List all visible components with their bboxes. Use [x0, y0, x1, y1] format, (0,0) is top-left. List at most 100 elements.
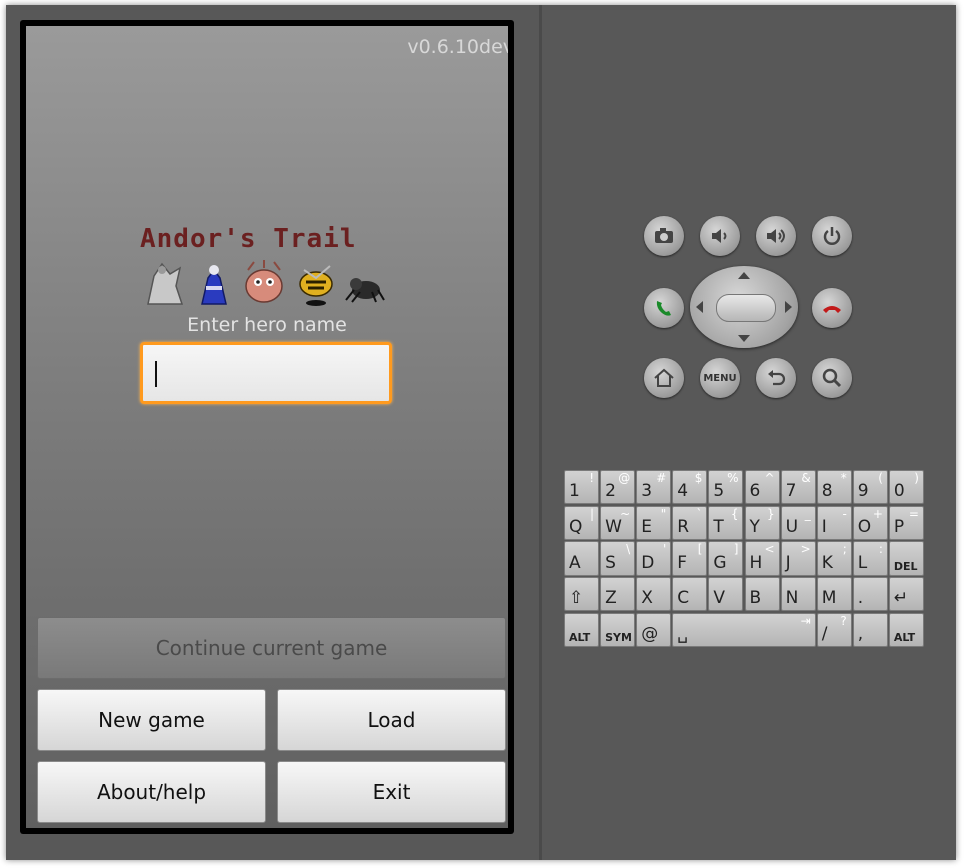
menu-label: MENU	[703, 372, 737, 384]
key-space[interactable]: ␣ ⇥	[672, 612, 816, 647]
call-button[interactable]	[644, 288, 684, 328]
key-7[interactable]: 7 &	[780, 470, 816, 505]
key-i[interactable]: I-	[816, 505, 852, 540]
key-e[interactable]: E "	[636, 505, 672, 540]
key-4[interactable]: 4 $	[672, 470, 708, 505]
key-label: 6	[749, 481, 761, 502]
key-label: 3	[641, 481, 653, 502]
key-q[interactable]: Q |	[564, 505, 600, 540]
power-button[interactable]	[812, 216, 852, 256]
key-y[interactable]: Y}	[744, 505, 780, 540]
key-label: J	[785, 552, 791, 573]
key-m[interactable]: M	[816, 577, 852, 612]
key-label: /	[821, 623, 828, 644]
key-6[interactable]: 6 ^	[744, 470, 780, 505]
key-label: 2	[605, 481, 616, 502]
key-2[interactable]: 2 @	[600, 470, 636, 505]
key-o[interactable]: O +	[852, 505, 888, 540]
key-j[interactable]: J >	[780, 541, 816, 576]
key-/[interactable]: /?	[816, 612, 852, 647]
key-c[interactable]: C	[672, 577, 708, 612]
key-8[interactable]: 8 *	[816, 470, 852, 505]
volume-down-icon	[712, 229, 727, 243]
key-0[interactable]: 0)	[888, 470, 924, 505]
key-label: ⇧	[569, 588, 584, 609]
key-g[interactable]: G]	[708, 541, 744, 576]
key-3[interactable]: 3 #	[636, 470, 672, 505]
menu-button[interactable]: MENU	[700, 358, 740, 398]
key-9[interactable]: 9(	[852, 470, 888, 505]
key-label: ,	[857, 623, 864, 644]
key-.[interactable]: .	[852, 577, 888, 612]
key-label: M	[821, 588, 837, 609]
wasp-sprite	[299, 265, 333, 306]
key-alt-label: $	[694, 471, 703, 485]
home-button[interactable]	[644, 358, 684, 398]
dpad-center-button[interactable]	[716, 294, 776, 322]
key-l[interactable]: L:	[852, 541, 888, 576]
key-a[interactable]: A	[564, 541, 600, 576]
key-label: 1	[569, 481, 580, 502]
key-label: F	[677, 552, 688, 573]
key-,[interactable]: ,	[852, 612, 888, 647]
key-alt-label: =	[908, 506, 919, 521]
key-label: K	[821, 552, 833, 573]
key-label: DEL	[893, 559, 918, 573]
about-help-button[interactable]: About/help	[37, 761, 266, 823]
key-alt-label: :	[878, 542, 883, 557]
beholder-sprite	[245, 260, 283, 303]
exit-button[interactable]: Exit	[277, 761, 506, 823]
key-alt[interactable]: ALT	[564, 612, 600, 647]
key-label: D	[641, 552, 655, 573]
load-button[interactable]: Load	[277, 689, 506, 751]
dpad[interactable]	[690, 266, 798, 348]
back-button[interactable]	[756, 358, 796, 398]
key-label: ALT	[893, 630, 916, 644]
key-alt-label: "	[660, 506, 667, 521]
key-shift[interactable]: ⇧	[564, 577, 600, 612]
key-alt[interactable]: ALT	[888, 612, 924, 647]
key-f[interactable]: F[	[672, 541, 708, 576]
key-x[interactable]: X	[636, 577, 672, 612]
key-@[interactable]: @	[636, 612, 672, 647]
version-label: v0.6.10dev	[407, 36, 508, 58]
key-t[interactable]: T{	[708, 505, 744, 540]
key-w[interactable]: W ~	[600, 505, 636, 540]
hero-name-input[interactable]	[140, 342, 392, 404]
key-label: 4	[677, 481, 689, 502]
key-u[interactable]: U _	[780, 505, 816, 540]
key-alt-label: '	[662, 542, 667, 557]
key-n[interactable]: N	[780, 577, 816, 612]
key-alt-label: [	[697, 542, 703, 557]
end-call-button[interactable]	[812, 288, 852, 328]
key-sym[interactable]: SYM	[600, 612, 636, 647]
key-alt-label: )	[914, 471, 919, 485]
key-b[interactable]: B	[744, 577, 780, 612]
mage-sprite	[201, 265, 227, 305]
camera-button[interactable]	[644, 216, 684, 256]
key-label: H	[749, 552, 763, 573]
key-label: ␣	[677, 623, 689, 644]
search-button[interactable]	[812, 358, 852, 398]
key-alt-label: &	[801, 471, 811, 485]
key-r[interactable]: R `	[672, 505, 708, 540]
key-z[interactable]: Z	[600, 577, 636, 612]
continue-game-button[interactable]: Continue current game	[37, 617, 506, 679]
key-del[interactable]: DEL	[888, 541, 924, 576]
key-enter[interactable]: ↵	[888, 577, 924, 612]
key-k[interactable]: K;	[816, 541, 852, 576]
key-h[interactable]: H <	[744, 541, 780, 576]
key-label: 9	[857, 481, 869, 502]
new-game-button[interactable]: New game	[37, 689, 266, 751]
key-5[interactable]: 5%	[708, 470, 744, 505]
panel-divider	[539, 5, 542, 860]
key-alt-label: `	[696, 506, 703, 521]
volume-up-button[interactable]	[756, 216, 796, 256]
key-1[interactable]: 1!	[564, 470, 600, 505]
key-v[interactable]: V	[708, 577, 744, 612]
key-label: E	[641, 516, 652, 537]
key-s[interactable]: S \	[600, 541, 636, 576]
volume-down-button[interactable]	[700, 216, 740, 256]
key-p[interactable]: P =	[888, 505, 924, 540]
key-d[interactable]: D '	[636, 541, 672, 576]
